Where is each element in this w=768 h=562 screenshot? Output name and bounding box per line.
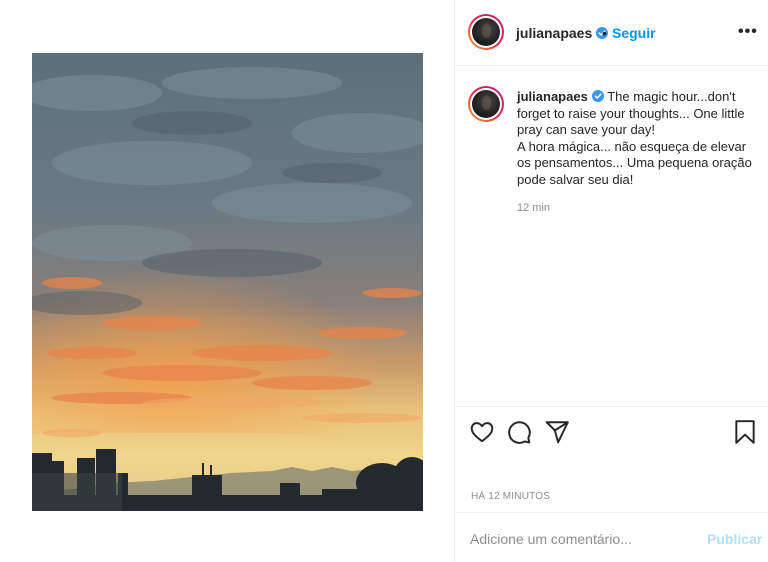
comment-input[interactable] bbox=[470, 529, 690, 549]
publish-button[interactable]: Publicar bbox=[707, 531, 762, 547]
caption-text: julianapaes The magic hour...don't forge… bbox=[517, 89, 757, 188]
comment-icon[interactable] bbox=[506, 419, 532, 445]
comment-bar: Publicar bbox=[455, 512, 768, 562]
more-options-icon[interactable]: ••• bbox=[738, 23, 758, 41]
verified-badge-icon bbox=[591, 90, 604, 102]
follow-button[interactable]: Seguir bbox=[612, 25, 656, 41]
caption-line-portuguese: A hora mágica... não esqueça de elevar o… bbox=[517, 138, 752, 187]
profile-photo bbox=[472, 90, 500, 118]
separator-dot: • bbox=[602, 25, 607, 41]
sunset-photo bbox=[32, 53, 423, 511]
post-sidebar: julianapaes • Seguir ••• julianapaes The… bbox=[454, 0, 768, 562]
username-link[interactable]: julianapaes bbox=[516, 25, 609, 41]
bookmark-icon[interactable] bbox=[732, 419, 758, 445]
post-date[interactable]: HÁ 12 MINUTOS bbox=[471, 491, 550, 502]
username-text: julianapaes bbox=[516, 25, 593, 41]
post-header: julianapaes • Seguir ••• bbox=[455, 0, 768, 66]
post-photo[interactable] bbox=[32, 53, 423, 511]
heart-icon[interactable] bbox=[469, 419, 495, 445]
caption-avatar[interactable] bbox=[468, 86, 504, 122]
action-bar bbox=[455, 406, 768, 456]
avatar[interactable] bbox=[468, 14, 504, 50]
media-pane bbox=[0, 0, 454, 562]
share-icon[interactable] bbox=[544, 419, 570, 445]
caption-timestamp[interactable]: 12 min bbox=[517, 202, 550, 214]
profile-photo bbox=[472, 18, 500, 46]
caption-username[interactable]: julianapaes bbox=[517, 89, 604, 104]
